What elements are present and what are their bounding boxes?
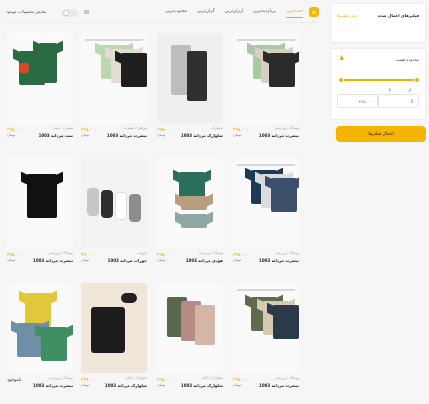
product-price: ۳۹۵,۰۰۰ تومان <box>157 253 173 262</box>
price-from-label: از <box>407 87 411 92</box>
slider-handle-min[interactable] <box>414 77 420 83</box>
product-card[interactable]: شلوارک شلوارک مردانه 1003 ۳۹۵,۰۰۰ تومان <box>157 33 223 138</box>
sort-tabs: جدیدترین پربازدیدترین ارزان‌ترین گران‌تر… <box>165 9 303 18</box>
product-image[interactable] <box>157 33 223 123</box>
product-image[interactable] <box>7 158 73 248</box>
product-card[interactable]: پوشاک / ورزشی تیشرت مردانه 1003 ۳۹۵,۰۰۰ ت… <box>233 33 299 138</box>
sold-out-label: ناموجود <box>7 378 22 383</box>
only-available-toggle[interactable] <box>62 9 78 17</box>
product-card[interactable]: پوشاک / ورزشی تیشرت مردانه 1003 ۲۹۵,۰۰۰ ت… <box>7 158 73 263</box>
grid-view-icon[interactable]: ⊞ <box>84 9 89 16</box>
product-card[interactable]: جوراب جوراب مردانه 1003 ۹۹,۰۰۰ تومان <box>81 158 147 263</box>
price-min-input[interactable]: 0 <box>377 94 419 108</box>
price-range-slider[interactable] <box>338 77 420 83</box>
toggle-knob <box>63 10 69 16</box>
product-image[interactable] <box>7 283 73 373</box>
product-card[interactable]: پوشاک / ورزشی تیشرت مردانه 1003 ناموجود <box>7 283 73 388</box>
product-price: ۳۲۵,۰۰۰ تومان <box>81 128 97 137</box>
topbar-divider <box>6 22 319 23</box>
product-image[interactable] <box>233 283 299 373</box>
product-card[interactable]: شلوارک / کتان شلوارک مردانه 1003 ۲۹۵,۰۰۰… <box>157 283 223 388</box>
price-max-input[interactable]: ۲۸۹,۰۰۰ <box>337 94 379 108</box>
clear-filters-link[interactable]: حذف فیلترها <box>337 13 358 18</box>
product-price: ۳۹۵,۰۰۰ تومان <box>233 128 249 137</box>
apply-filters-button[interactable]: اعمال فیلترها <box>336 126 426 142</box>
price-to-label: تا <box>389 87 392 92</box>
product-card[interactable]: پوشاک / ورزشی تیشرت مردانه 1003 ۲۹۵,۰۰۰ ت… <box>233 158 299 263</box>
tab-most-viewed[interactable]: پربازدیدترین <box>253 9 276 18</box>
product-image[interactable] <box>157 158 223 248</box>
product-card[interactable]: پوشاک / ورزشی هودی مردانه 1003 ۳۹۵,۰۰۰ تو… <box>157 158 223 263</box>
applied-filters-panel: فیلترهای اعمال شده حذف فیلترها <box>330 3 426 43</box>
sort-bar: ≡ جدیدترین پربازدیدترین ارزان‌ترین گران‌… <box>6 6 319 20</box>
product-image[interactable] <box>7 33 73 123</box>
product-price: ۳۹۵,۰۰۰ تومان <box>7 128 23 137</box>
chevron-up-icon[interactable]: ▲ <box>338 55 344 61</box>
product-price: ۳۹۵,۰۰۰ تومان <box>157 128 173 137</box>
product-price: ۲۹۵,۰۰۰ تومان <box>7 253 23 262</box>
tab-popular[interactable]: محبوب‌ترین <box>165 9 187 18</box>
tab-cheapest[interactable]: ارزان‌ترین <box>225 9 244 18</box>
product-image[interactable] <box>157 283 223 373</box>
tab-most-expensive[interactable]: گران‌ترین <box>197 9 215 18</box>
product-price: ۳۹۵,۰۰۰ تومان <box>233 378 249 387</box>
product-image[interactable] <box>233 33 299 123</box>
product-image[interactable] <box>233 158 299 248</box>
product-price: ۹۹,۰۰۰ تومان <box>81 253 95 262</box>
tab-newest[interactable]: جدیدترین <box>285 9 303 18</box>
product-card[interactable]: تیشرت / ست ست مردانه 1003 ۳۹۵,۰۰۰ تومان <box>7 33 73 138</box>
price-filter: محدوده قیمت ▲ از تا 0 ۲۸۹,۰۰۰ <box>330 48 426 120</box>
product-image[interactable] <box>81 158 147 248</box>
product-image[interactable] <box>81 283 147 373</box>
product-name[interactable]: تیشرت مردانه 1003 <box>7 383 73 388</box>
product-card[interactable]: شلوارک / کتان شلوارک مردانه 1003 ۳۴۹,۰۰۰… <box>81 283 147 388</box>
product-price: ۲۹۵,۰۰۰ تومان <box>233 253 249 262</box>
only-available-label: نمایش محصولات موجود <box>6 9 47 14</box>
product-card[interactable]: پیراهن / تیشرت تیشرت مردانه 1003 ۳۲۵,۰۰۰… <box>81 33 147 138</box>
product-image[interactable] <box>81 33 147 123</box>
product-price: ۳۴۹,۰۰۰ تومان <box>81 378 97 387</box>
product-price: ۲۹۵,۰۰۰ تومان <box>157 378 173 387</box>
sort-icon[interactable]: ≡ <box>309 7 319 17</box>
product-card[interactable]: پوشاک / ورزشی تیشرت مردانه 1003 ۳۹۵,۰۰۰ ت… <box>233 283 299 388</box>
applied-filters-title: فیلترهای اعمال شده <box>377 13 419 18</box>
price-filter-title: محدوده قیمت <box>395 57 419 62</box>
slider-handle-max[interactable] <box>338 77 344 83</box>
